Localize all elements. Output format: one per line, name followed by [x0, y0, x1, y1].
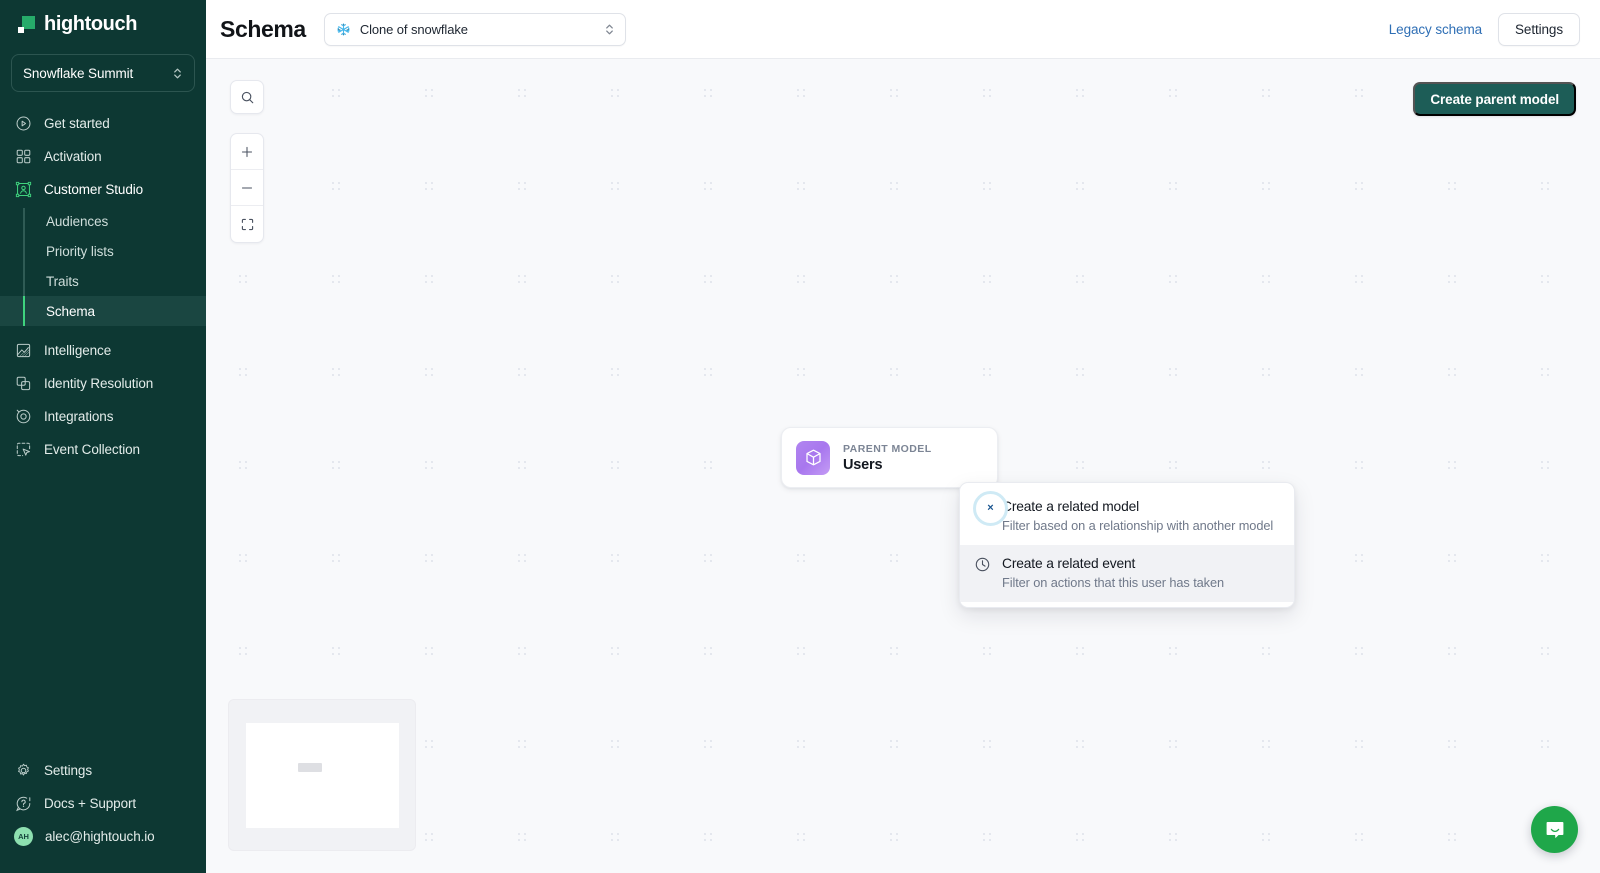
primary-nav: Get started Activation	[0, 107, 206, 466]
sidebar-item-priority-lists[interactable]: Priority lists	[0, 236, 206, 266]
question-circle-icon	[15, 795, 32, 812]
sidebar-item-label: Intelligence	[44, 343, 111, 358]
sidebar-item-identity-resolution[interactable]: Identity Resolution	[0, 367, 206, 400]
customer-studio-icon	[15, 181, 32, 198]
cube-icon	[796, 441, 830, 475]
workspace-selector[interactable]: Snowflake Summit	[11, 54, 195, 92]
sidebar-item-traits[interactable]: Traits	[0, 266, 206, 296]
chart-area-icon	[15, 342, 32, 359]
chevron-up-down-icon	[172, 66, 183, 81]
topbar: Schema Clone of snowflake Legacy schema	[206, 0, 1600, 59]
node-name: Users	[843, 456, 932, 474]
fit-view-button[interactable]	[231, 206, 263, 242]
close-icon: ×	[987, 503, 993, 514]
gear-icon	[15, 762, 32, 779]
page-title: Schema	[220, 16, 306, 43]
sidebar-item-label: Settings	[44, 763, 92, 778]
node-add-handle[interactable]: ×	[973, 491, 1008, 526]
sidebar-item-label: Identity Resolution	[44, 376, 153, 391]
sidebar: hightouch Snowflake Summit Get started	[0, 0, 206, 873]
minimap-viewport	[246, 723, 399, 828]
sidebar-item-activation[interactable]: Activation	[0, 140, 206, 173]
main-area: Schema Clone of snowflake Legacy schema	[206, 0, 1600, 873]
sidebar-item-audiences[interactable]: Audiences	[0, 206, 206, 236]
canvas-zoom-controls	[230, 133, 264, 243]
sidebar-subitem-label: Priority lists	[46, 244, 114, 259]
menu-item-title: Create a related model	[1002, 497, 1273, 516]
menu-item-create-related-model[interactable]: Create a related model Filter based on a…	[960, 488, 1294, 545]
logo-text: hightouch	[44, 13, 137, 36]
sidebar-subitem-label: Traits	[46, 274, 79, 289]
sidebar-item-schema[interactable]: Schema	[0, 296, 206, 326]
plus-icon	[240, 145, 254, 159]
sidebar-item-account[interactable]: AH alec@hightouch.io	[0, 820, 206, 853]
menu-item-text: Create a related event Filter on actions…	[1002, 554, 1224, 592]
logo[interactable]: hightouch	[0, 0, 206, 48]
sidebar-bottom-nav: Settings Docs + Support AH alec@hightouc…	[0, 754, 206, 873]
layers-overlap-icon	[15, 375, 32, 392]
chat-bubble-icon	[1543, 818, 1567, 842]
chevron-up-down-icon	[604, 22, 615, 37]
menu-item-title: Create a related event	[1002, 554, 1224, 573]
minus-icon	[240, 181, 254, 195]
sidebar-spacer	[0, 466, 206, 754]
canvas-minimap[interactable]	[228, 699, 416, 851]
minimap-node	[298, 763, 322, 772]
menu-item-subtitle: Filter based on a relationship with anot…	[1002, 517, 1273, 535]
sidebar-item-integrations[interactable]: Integrations	[0, 400, 206, 433]
avatar: AH	[14, 827, 33, 846]
menu-item-text: Create a related model Filter based on a…	[1002, 497, 1273, 535]
sidebar-subitem-label: Audiences	[46, 214, 108, 229]
menu-item-create-related-event[interactable]: Create a related event Filter on actions…	[960, 545, 1294, 602]
fit-view-icon	[240, 217, 255, 232]
sidebar-item-docs-support[interactable]: Docs + Support	[0, 787, 206, 820]
legacy-schema-link[interactable]: Legacy schema	[1389, 22, 1482, 37]
app-root: hightouch Snowflake Summit Get started	[0, 0, 1600, 873]
source-select[interactable]: Clone of snowflake	[324, 13, 626, 46]
sidebar-subitem-label: Schema	[46, 304, 95, 319]
sidebar-item-customer-studio[interactable]: Customer Studio	[0, 173, 206, 206]
sidebar-item-label: Docs + Support	[44, 796, 136, 811]
sidebar-item-label: Customer Studio	[44, 182, 143, 197]
search-icon	[240, 90, 255, 105]
account-email: alec@hightouch.io	[45, 829, 155, 844]
sidebar-item-event-collection[interactable]: Event Collection	[0, 433, 206, 466]
parent-model-node[interactable]: PARENT MODEL Users	[781, 427, 998, 488]
sidebar-item-label: Event Collection	[44, 442, 140, 457]
clock-icon	[974, 556, 991, 573]
schema-canvas[interactable]: Create parent model PARENT MODEL Users ×	[206, 59, 1600, 873]
canvas-search-button[interactable]	[230, 80, 264, 114]
parent-model-node-text: PARENT MODEL Users	[843, 442, 932, 474]
sidebar-item-label: Integrations	[44, 409, 113, 424]
sidebar-item-label: Activation	[44, 149, 102, 164]
workspace-name: Snowflake Summit	[23, 66, 172, 81]
grid-squares-icon	[15, 148, 32, 165]
chat-launcher-button[interactable]	[1531, 806, 1578, 853]
snowflake-icon	[336, 22, 351, 37]
sidebar-item-get-started[interactable]: Get started	[0, 107, 206, 140]
menu-item-subtitle: Filter on actions that this user has tak…	[1002, 574, 1224, 592]
zoom-in-button[interactable]	[231, 134, 263, 170]
source-select-value: Clone of snowflake	[360, 22, 595, 37]
cursor-box-icon	[15, 441, 32, 458]
create-parent-model-button[interactable]: Create parent model	[1413, 82, 1576, 116]
orbit-icon	[15, 408, 32, 425]
sidebar-item-settings[interactable]: Settings	[0, 754, 206, 787]
hightouch-logo-icon	[18, 16, 35, 33]
zoom-out-button[interactable]	[231, 170, 263, 206]
sidebar-item-label: Get started	[44, 116, 110, 131]
settings-button[interactable]: Settings	[1498, 13, 1580, 46]
sidebar-item-intelligence[interactable]: Intelligence	[0, 334, 206, 367]
node-kicker: PARENT MODEL	[843, 442, 932, 456]
node-context-menu: Create a related model Filter based on a…	[959, 482, 1295, 608]
customer-studio-subnav: Audiences Priority lists Traits Schema	[0, 206, 206, 326]
play-circle-icon	[15, 115, 32, 132]
